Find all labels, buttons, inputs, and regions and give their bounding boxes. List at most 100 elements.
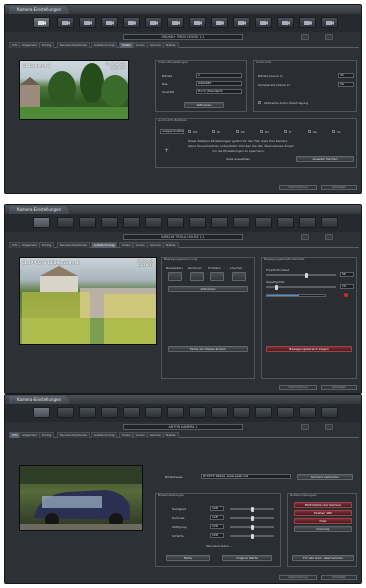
camera-11-button[interactable] — [255, 407, 272, 418]
ok-button[interactable]: Übernehmen — [279, 185, 317, 190]
day-wed-checkbox[interactable] — [236, 130, 239, 133]
day-fri-checkbox[interactable] — [284, 130, 287, 133]
camera-11-button[interactable] — [255, 217, 272, 228]
close-button[interactable]: Schließen — [321, 185, 357, 190]
sensitivity-slider-knob[interactable] — [305, 273, 308, 278]
tab-audio[interactable]: Audio — [133, 242, 148, 248]
day-sat-checkbox[interactable] — [308, 130, 311, 133]
clear-selection-button[interactable]: Auswahl löschen — [296, 156, 354, 162]
camera-2-button[interactable] — [57, 407, 74, 418]
plus-icon[interactable]: + — [164, 147, 169, 154]
tab-general[interactable]: Allgemein — [19, 242, 40, 248]
tab-recording[interactable]: Aufzeichnung — [91, 242, 118, 248]
camera-1-button[interactable] — [33, 17, 50, 28]
tab-prolog[interactable]: Prolog — [39, 42, 55, 48]
camera-name-field[interactable]: INRELAY TROLA HOUSE 1.1 — [123, 234, 243, 240]
tab-alarms[interactable]: Alarme — [147, 432, 164, 438]
camera-6-button[interactable] — [145, 17, 162, 28]
tab-alarms[interactable]: Alarme — [147, 42, 164, 48]
tab-password[interactable]: Kennwortoptionen — [57, 432, 91, 438]
tab-network[interactable]: Netzw. — [163, 432, 179, 438]
camera-2-button[interactable] — [57, 17, 74, 28]
saturation-value[interactable]: 128 — [210, 524, 224, 529]
camera-12-button[interactable] — [277, 407, 294, 418]
camera-9-button[interactable] — [211, 217, 228, 228]
zone-fill-button[interactable] — [210, 272, 224, 281]
camera-10-button[interactable] — [233, 217, 250, 228]
resolution-select[interactable]: 640x480 — [196, 81, 242, 86]
quality-select[interactable]: Hoch (Standard) — [196, 89, 242, 94]
schedule-dropdown[interactable]: ausgeschaltet — [160, 129, 184, 134]
camera-11-button[interactable] — [255, 17, 272, 28]
saturation-slider-knob[interactable] — [251, 525, 254, 530]
bitrate-field[interactable]: 1 — [196, 73, 242, 78]
object-size-value[interactable]: 10 — [340, 284, 354, 289]
camera-5-button[interactable] — [123, 407, 140, 418]
tab-general[interactable]: Allgemein — [19, 42, 40, 48]
camera-8-button[interactable] — [189, 17, 206, 28]
tab-prolog[interactable]: Prolog — [39, 432, 55, 438]
camera-9-button[interactable] — [211, 17, 228, 28]
brightness-slider[interactable] — [230, 507, 274, 512]
day-mon-checkbox[interactable] — [188, 130, 191, 133]
camera-1-button[interactable] — [33, 407, 50, 418]
camera-13-button[interactable] — [299, 217, 316, 228]
tab-video[interactable]: Video — [119, 242, 134, 248]
contrast-slider-knob[interactable] — [251, 516, 254, 521]
tab-recording[interactable]: Aufzeichnung — [91, 432, 118, 438]
apply-button[interactable]: Aktivieren — [184, 102, 224, 108]
or-button[interactable]: Oder — [294, 518, 352, 524]
tab-password[interactable]: Kennwortoptionen — [57, 242, 91, 248]
camera-13-button[interactable] — [299, 17, 316, 28]
camera-5-button[interactable] — [123, 217, 140, 228]
camera-6-button[interactable] — [145, 407, 162, 418]
tab-audio[interactable]: Audio — [133, 432, 148, 438]
load-defaults-link[interactable]: Standard laden... — [206, 544, 232, 548]
image-url-field[interactable]: IP-CCTV bildeq. www.geek.net — [201, 474, 291, 479]
camera-name-field[interactable]: GRUND+ PREIS HOUSE 1.1 — [123, 34, 243, 40]
camera-3-button[interactable] — [79, 407, 96, 418]
contrast-value[interactable]: 128 — [210, 515, 224, 520]
camera-12-button[interactable] — [277, 217, 294, 228]
camera-14-button[interactable] — [321, 407, 338, 418]
camera-12-button[interactable] — [277, 17, 294, 28]
select-all-link[interactable]: Alles auswählen — [226, 157, 250, 161]
prev-camera-button[interactable] — [301, 424, 309, 430]
camera-6-button[interactable] — [145, 217, 162, 228]
sharpness-slider[interactable] — [230, 534, 274, 539]
rotate-180-button[interactable]: Drehen 180 — [294, 510, 352, 516]
rotate-button[interactable]: Drehung — [294, 526, 352, 532]
camera-13-button[interactable] — [299, 407, 316, 418]
camera-2-button[interactable] — [57, 217, 74, 228]
camera-name-field[interactable]: ANTON KAMERA 1 — [123, 424, 243, 430]
tab-network[interactable]: Netzw. — [163, 242, 179, 248]
next-camera-button[interactable] — [325, 424, 333, 430]
tab-video[interactable]: Video — [119, 42, 134, 48]
sensitivity-value[interactable]: 56 — [340, 272, 354, 277]
ok-button[interactable]: Übernehmen — [279, 575, 317, 580]
camera-14-button[interactable] — [321, 17, 338, 28]
apply-button[interactable]: Aktivieren — [168, 286, 248, 292]
camera-4-button[interactable] — [101, 17, 118, 28]
audio-field-2[interactable]: 16 — [338, 82, 354, 87]
prev-camera-button[interactable] — [301, 34, 309, 40]
tab-recording[interactable]: Aufzeichnung — [91, 42, 118, 48]
prev-camera-button[interactable] — [301, 234, 309, 240]
tab-alarms[interactable]: Alarme — [147, 242, 164, 248]
brightness-slider-knob[interactable] — [251, 507, 254, 512]
tab-network[interactable]: Netzw. — [163, 42, 179, 48]
color-button[interactable]: Farbe — [166, 555, 210, 561]
camera-7-button[interactable] — [167, 17, 184, 28]
camera-9-button[interactable] — [211, 407, 228, 418]
camera-8-button[interactable] — [189, 407, 206, 418]
zone-edit-button[interactable] — [168, 272, 182, 281]
next-camera-button[interactable] — [325, 34, 333, 40]
tab-video[interactable]: Video — [119, 432, 134, 438]
day-thu-checkbox[interactable] — [260, 130, 263, 133]
camera-14-button[interactable] — [321, 217, 338, 228]
camera-3-button[interactable] — [79, 17, 96, 28]
contrast-slider[interactable] — [230, 516, 274, 521]
camera-10-button[interactable] — [233, 407, 250, 418]
tab-prolog[interactable]: Prolog — [39, 242, 55, 248]
brightness-value[interactable]: 128 — [210, 506, 224, 511]
